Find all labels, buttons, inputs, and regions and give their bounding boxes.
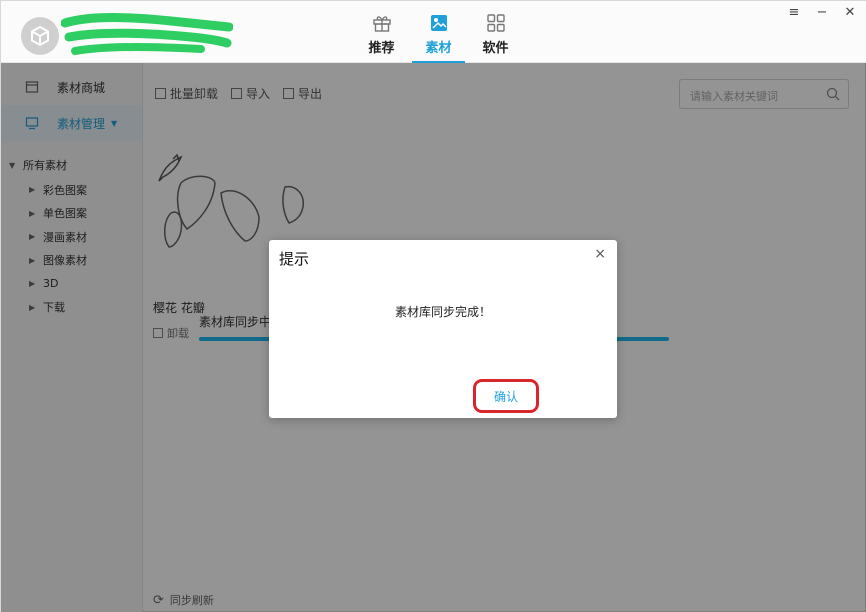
dialog-title: 提示 <box>279 250 310 268</box>
app-window: 推荐 素材 软件 ≡ − ✕ 素材商城 素材管理 ▼ ▼ 所有素材 ▶ 彩色图案… <box>0 0 866 612</box>
dialog-close-icon[interactable]: × <box>594 246 606 262</box>
tab-software-label: 软件 <box>482 41 509 56</box>
tab-software[interactable]: 软件 <box>467 1 524 63</box>
gift-icon <box>372 16 391 32</box>
sync-complete-dialog: 提示 × 素材库同步完成！ 确认 <box>269 240 617 418</box>
minimize-icon[interactable]: − <box>811 3 833 21</box>
tab-materials[interactable]: 素材 <box>410 1 467 63</box>
logo-icon <box>31 25 49 47</box>
close-icon[interactable]: ✕ <box>839 3 861 21</box>
tab-recommend-label: 推荐 <box>368 41 395 56</box>
menu-icon[interactable]: ≡ <box>783 3 805 21</box>
redacted-username <box>61 13 233 55</box>
window-controls: ≡ − ✕ <box>783 3 861 21</box>
image-icon <box>430 15 447 31</box>
tab-recommend[interactable]: 推荐 <box>353 1 410 63</box>
confirm-button[interactable]: 确认 <box>473 379 539 413</box>
dialog-message: 素材库同步完成！ <box>394 305 491 319</box>
tab-materials-label: 素材 <box>425 41 452 56</box>
top-nav: 推荐 素材 软件 <box>353 1 524 63</box>
avatar[interactable] <box>21 17 59 55</box>
header: 推荐 素材 软件 ≡ − ✕ <box>1 1 866 63</box>
grid-icon <box>486 14 505 32</box>
